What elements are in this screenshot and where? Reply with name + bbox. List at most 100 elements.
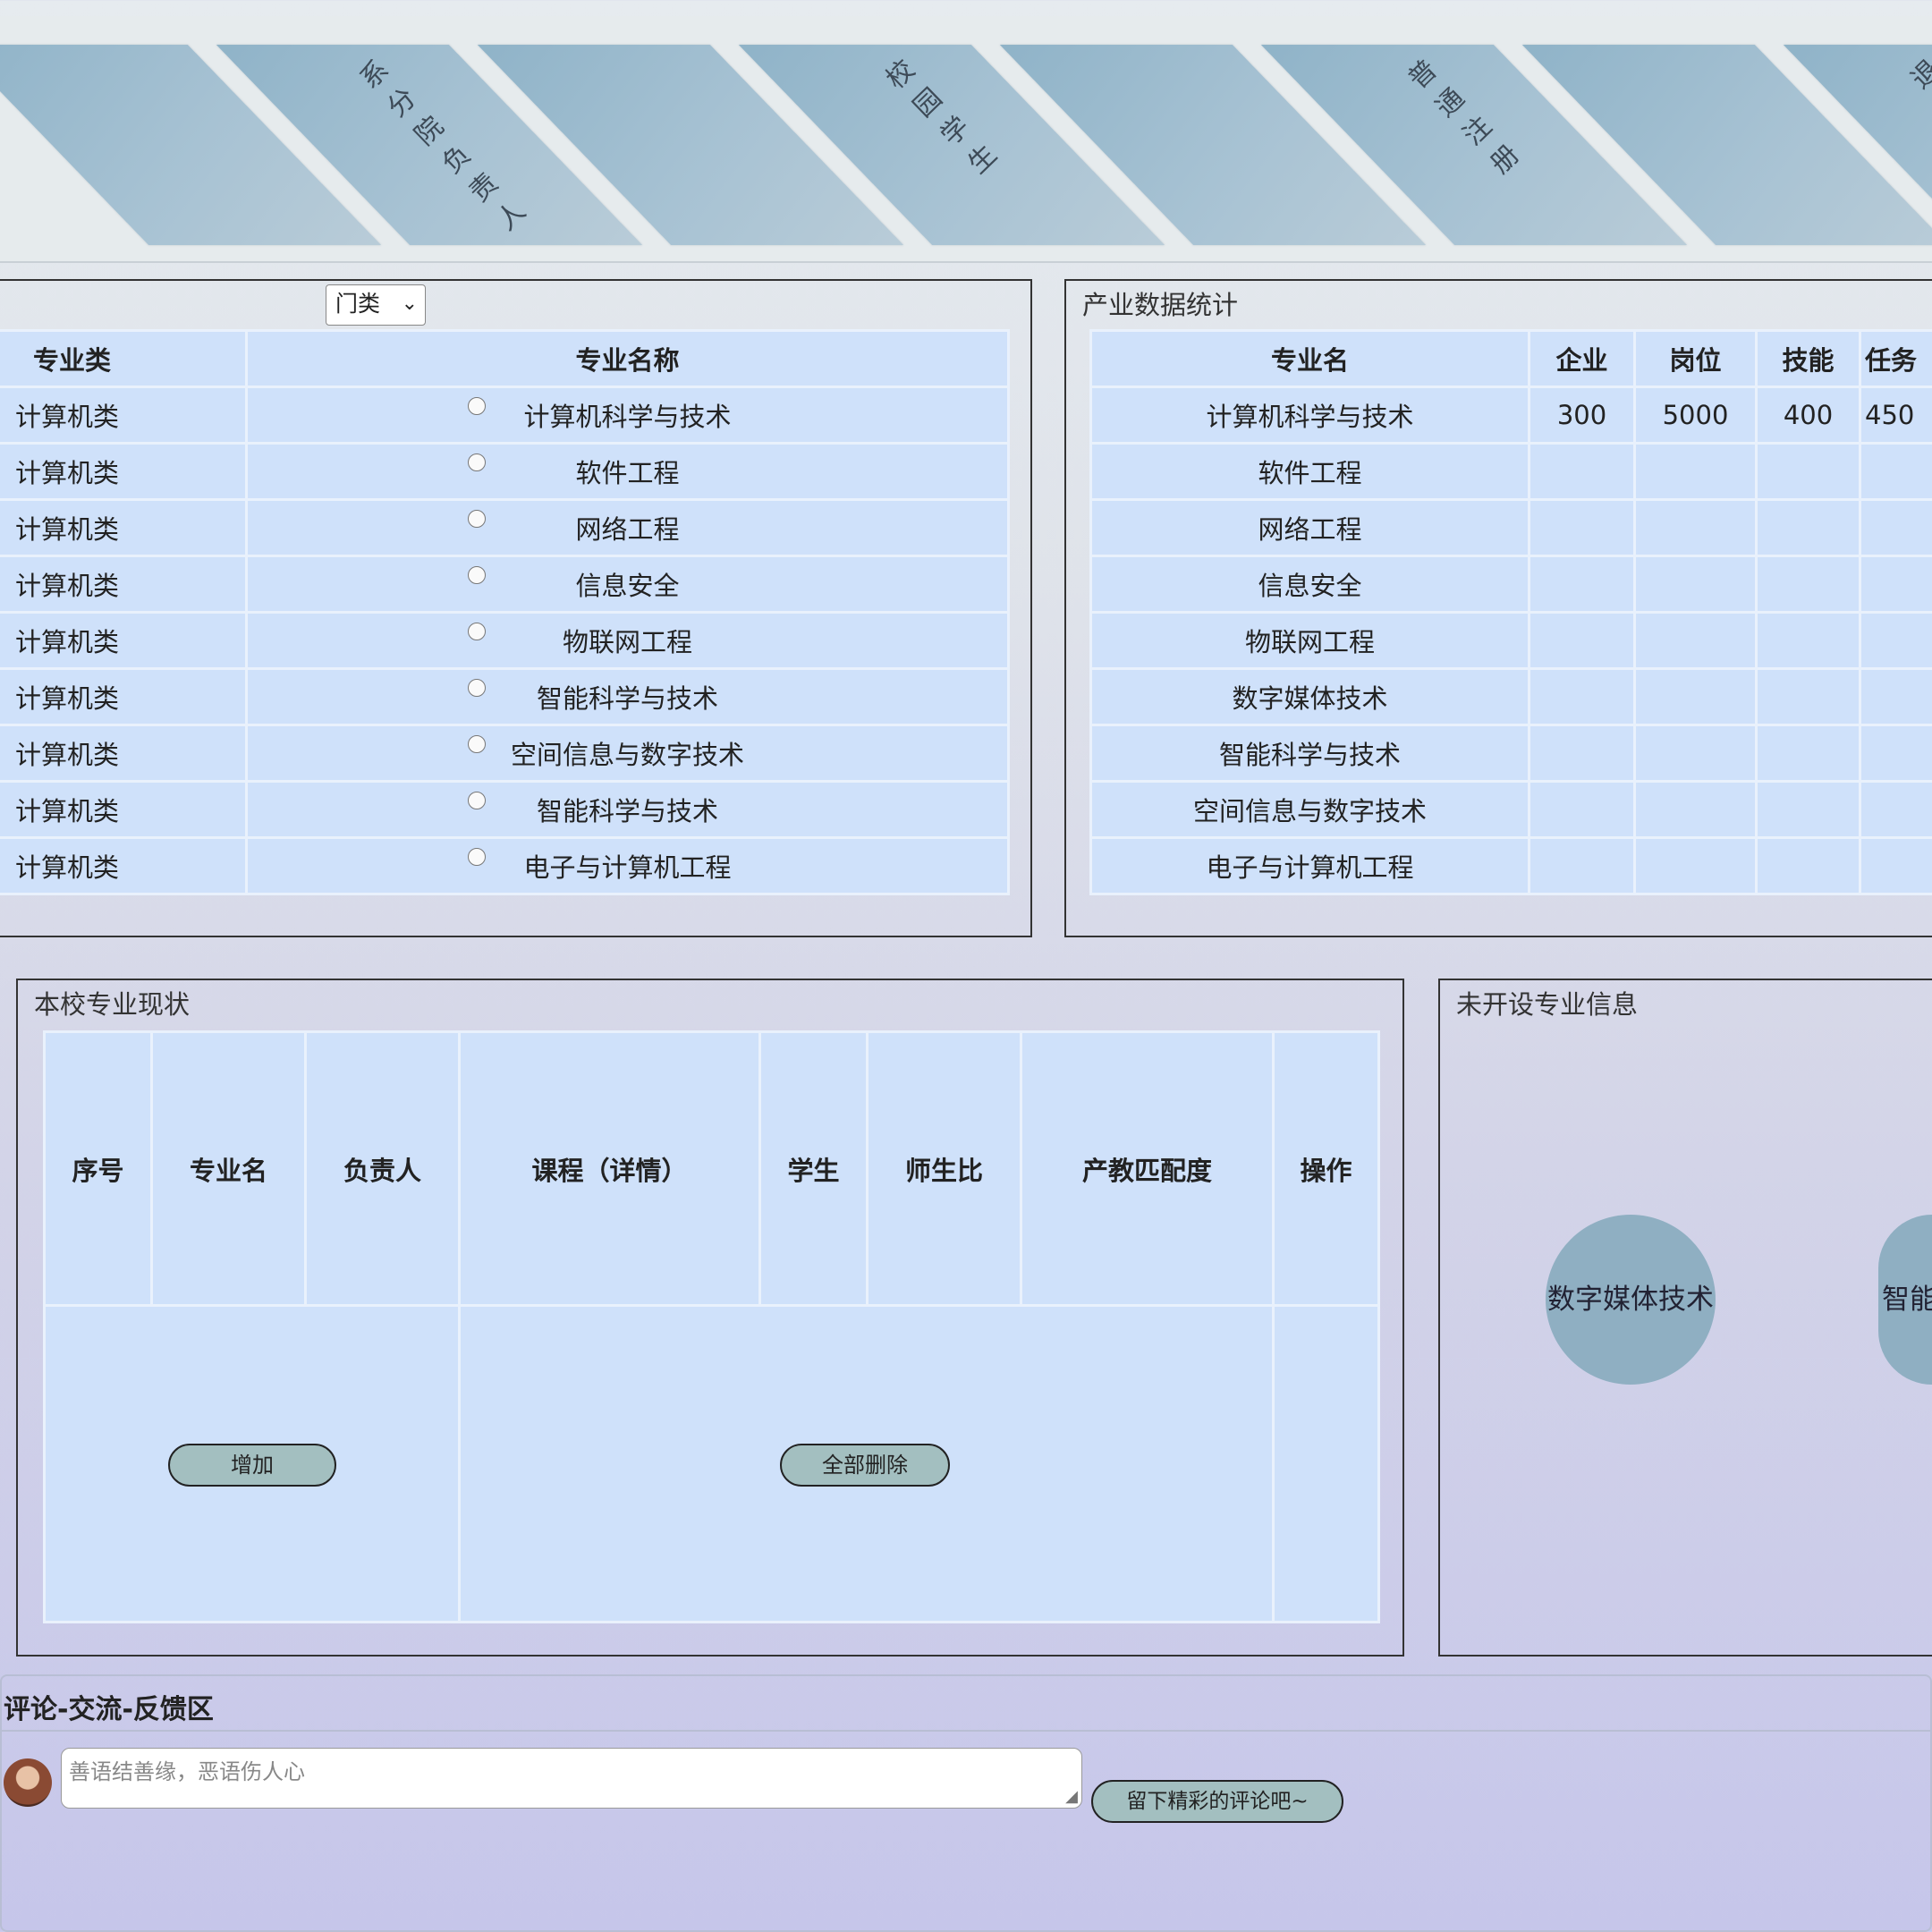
submit-comment-button[interactable]: 留下精彩的评论吧~	[1091, 1780, 1343, 1823]
comment-input[interactable]: 善语结善缘，恶语伤人心 ◢	[61, 1748, 1082, 1809]
industry-post	[1633, 555, 1758, 614]
major-category: 计算机类	[0, 836, 248, 895]
top-nav: 系分院负责人 校园学生 普通注册 退	[0, 16, 1932, 263]
table-row: 智能科学与技术	[1089, 724, 1932, 783]
major-name: 信息安全	[575, 571, 680, 601]
header-index: 序号	[43, 1030, 153, 1307]
industry-task	[1859, 780, 1932, 839]
major-radio[interactable]	[468, 566, 486, 584]
major-radio[interactable]	[468, 453, 486, 471]
industry-skill: 400	[1755, 386, 1861, 445]
table-row: 数字媒体技术	[1089, 667, 1932, 726]
major-radio[interactable]	[468, 792, 486, 809]
industry-panel-title: 产业数据统计	[1082, 290, 1239, 320]
table-row: 计算机类 计算机科学与技术	[0, 386, 1010, 445]
industry-task	[1859, 724, 1932, 783]
major-name-cell: 物联网工程	[245, 611, 1010, 670]
major-category: 计算机类	[0, 667, 248, 726]
major-category: 计算机类	[0, 386, 248, 445]
major-name-cell: 计算机科学与技术	[245, 386, 1010, 445]
industry-skill	[1755, 724, 1861, 783]
industry-skill	[1755, 780, 1861, 839]
major-name-cell: 空间信息与数字技术	[245, 724, 1010, 783]
major-name-cell: 智能科学与技术	[245, 667, 1010, 726]
table-row: 计算机科学与技术 300 5000 400 450	[1089, 386, 1932, 445]
major-name: 物联网工程	[562, 627, 692, 657]
major-name: 网络工程	[575, 514, 680, 545]
major-radio[interactable]	[468, 397, 486, 415]
industry-major: 数字媒体技术	[1089, 667, 1530, 726]
header-actions: 操作	[1272, 1030, 1380, 1307]
major-name-cell: 智能科学与技术	[245, 780, 1010, 839]
category-select-value: 门类	[335, 291, 381, 317]
industry-enterprise	[1528, 555, 1636, 614]
majors-header-row: 专业类 专业名称	[0, 329, 1010, 388]
avatar	[4, 1758, 52, 1807]
major-name: 智能科学与技术	[536, 683, 718, 714]
industry-table: 专业名 企业 岗位 技能 任务 计算机科学与技术 300 5000 400 450 软件工…	[1089, 329, 1932, 895]
chevron-down-icon: ⌄	[401, 292, 418, 315]
industry-enterprise	[1528, 667, 1636, 726]
table-row: 空间信息与数字技术	[1089, 780, 1932, 839]
major-radio[interactable]	[468, 735, 486, 753]
major-radio[interactable]	[468, 623, 486, 640]
table-row: 计算机类 信息安全	[0, 555, 1010, 614]
table-row: 计算机类 软件工程	[0, 442, 1010, 501]
major-name: 软件工程	[575, 458, 680, 488]
industry-major: 电子与计算机工程	[1089, 836, 1530, 895]
major-name-cell: 软件工程	[245, 442, 1010, 501]
industry-enterprise	[1528, 724, 1636, 783]
unopened-major-bubble[interactable]: 智能	[1878, 1215, 1932, 1385]
header-students: 学生	[758, 1030, 869, 1307]
resize-handle-icon[interactable]: ◢	[1065, 1787, 1078, 1806]
header-skill: 技能	[1755, 329, 1861, 388]
major-radio[interactable]	[468, 848, 486, 866]
category-select[interactable]: 门类 ⌄	[326, 284, 426, 326]
header-course: 课程（详情）	[458, 1030, 761, 1307]
industry-enterprise	[1528, 611, 1636, 670]
industry-task: 450	[1859, 386, 1932, 445]
industry-task	[1859, 667, 1932, 726]
comment-header: 评论-交流-反馈区	[2, 1676, 1932, 1732]
industry-post	[1633, 611, 1758, 670]
industry-skill	[1755, 555, 1861, 614]
table-row: 计算机类 物联网工程	[0, 611, 1010, 670]
table-row: 计算机类 空间信息与数字技术	[0, 724, 1010, 783]
school-table: 序号 专业名 负责人 课程（详情） 学生 师生比 产教匹配度 操作	[43, 1030, 1380, 1623]
major-radio[interactable]	[468, 679, 486, 697]
industry-enterprise	[1528, 442, 1636, 501]
industry-task	[1859, 836, 1932, 895]
table-row: 计算机类 电子与计算机工程	[0, 836, 1010, 895]
major-name: 电子与计算机工程	[523, 852, 732, 883]
industry-skill	[1755, 667, 1861, 726]
unopened-major-bubble[interactable]: 数字媒体技术	[1546, 1215, 1716, 1385]
add-button[interactable]: 增加	[168, 1444, 336, 1487]
industry-major: 软件工程	[1089, 442, 1530, 501]
major-name: 智能科学与技术	[536, 796, 718, 826]
header-enterprise: 企业	[1528, 329, 1636, 388]
comment-placeholder: 善语结善缘，恶语伤人心	[69, 1759, 305, 1784]
major-radio[interactable]	[468, 510, 486, 528]
industry-skill	[1755, 498, 1861, 557]
industry-enterprise	[1528, 498, 1636, 557]
industry-enterprise	[1528, 780, 1636, 839]
industry-skill	[1755, 611, 1861, 670]
industry-enterprise	[1528, 836, 1636, 895]
major-category: 计算机类	[0, 498, 248, 557]
industry-major: 网络工程	[1089, 498, 1530, 557]
delete-all-button[interactable]: 全部删除	[780, 1444, 950, 1487]
table-row: 计算机类 网络工程	[0, 498, 1010, 557]
header-ratio: 师生比	[866, 1030, 1022, 1307]
major-category: 计算机类	[0, 555, 248, 614]
major-category: 计算机类	[0, 442, 248, 501]
industry-task	[1859, 442, 1932, 501]
header-major-name: 专业名称	[245, 329, 1010, 388]
major-name: 计算机科学与技术	[523, 402, 732, 432]
table-row: 物联网工程	[1089, 611, 1932, 670]
industry-task	[1859, 611, 1932, 670]
industry-post	[1633, 442, 1758, 501]
major-name-cell: 信息安全	[245, 555, 1010, 614]
table-row: 信息安全	[1089, 555, 1932, 614]
industry-task	[1859, 498, 1932, 557]
industry-major: 信息安全	[1089, 555, 1530, 614]
